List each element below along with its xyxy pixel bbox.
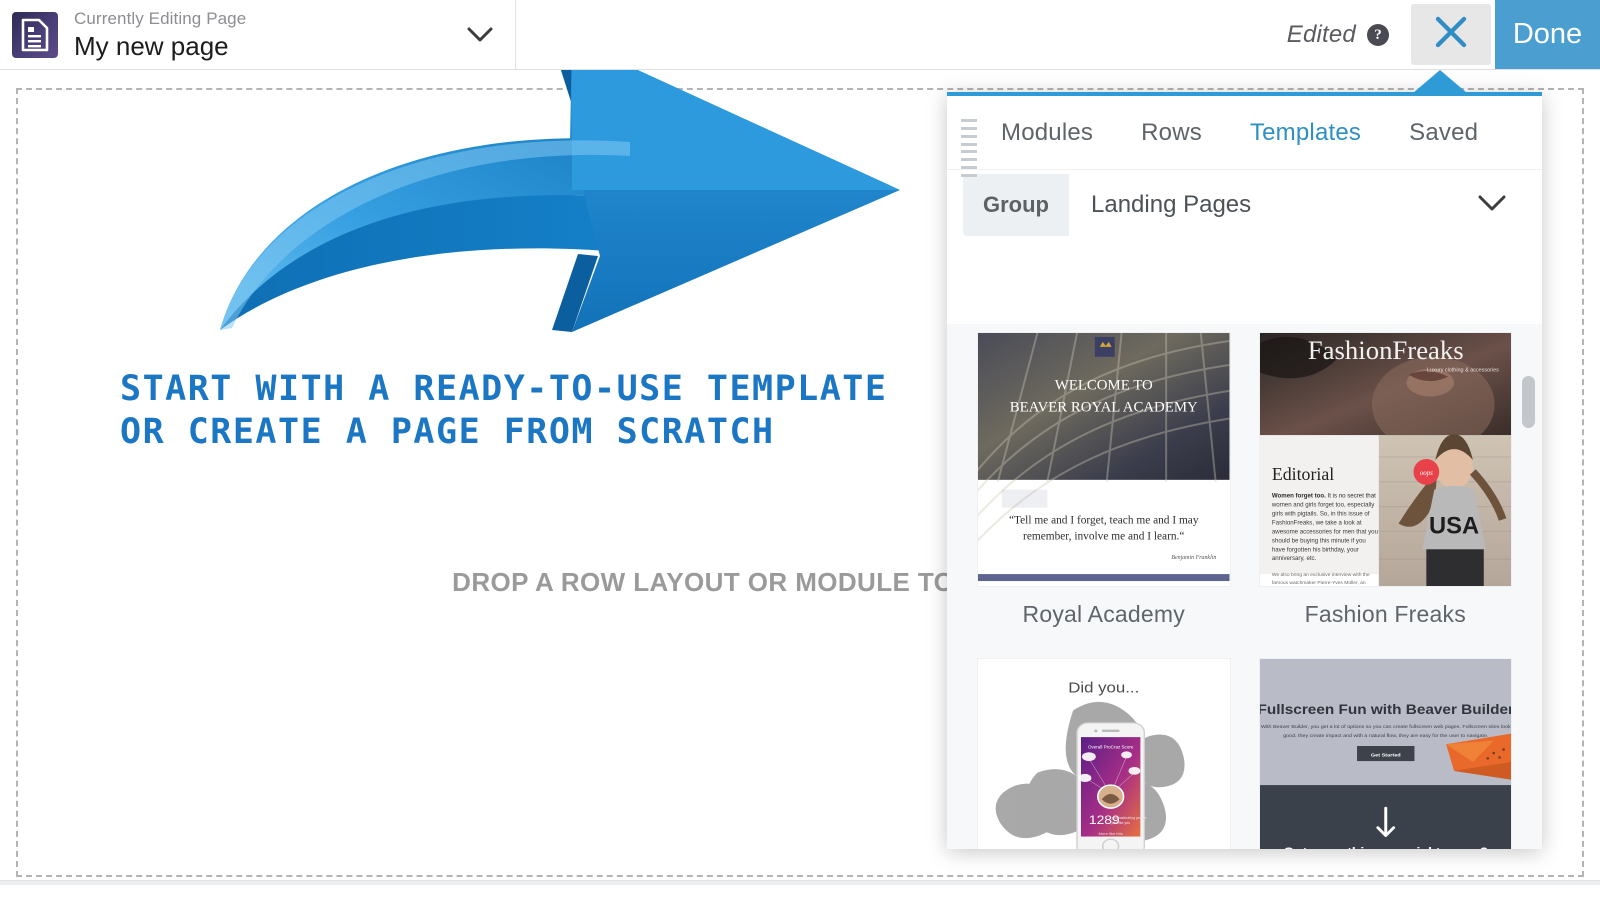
template-thumbnail: Did you... Overall ProCraz Score 1289 pr… [977,658,1231,849]
svg-text:Got something special to say ?: Got something special to say ? [1283,845,1488,849]
template-card-did-you[interactable]: Did you... Overall ProCraz Score 1289 pr… [977,658,1231,849]
template-name: Fashion Freaks [1304,601,1466,627]
svg-text:USA: USA [1429,512,1479,539]
topbar-actions: Edited ? Done [1287,0,1600,69]
page-document-icon [12,11,58,58]
chevron-down-icon [1478,191,1506,219]
svg-text:FashionFreaks: FashionFreaks [1307,335,1463,365]
svg-text:Get Started: Get Started [1370,753,1400,759]
svg-text:famous watchmaker Pierre-Yves: famous watchmaker Pierre-Yves Müller, an [1271,580,1365,586]
builder-topbar: Currently Editing Page My new page Edite… [0,0,1600,70]
svg-text:Benjamin Franklin: Benjamin Franklin [1171,555,1216,561]
editing-subtitle: Currently Editing Page [74,9,247,28]
templates-grid: WELCOME TO BEAVER ROYAL ACADEMY “Tell me… [947,324,1542,849]
builder-panel[interactable]: Modules Rows Templates Saved Group Landi… [947,92,1542,849]
group-label: Group [963,174,1069,236]
edited-status: Edited ? [1287,21,1389,49]
svg-text:girls with pigtails. So, in th: girls with pigtails. So, in this issue o… [1271,511,1369,518]
svg-text:anniversary, etc.: anniversary, etc. [1271,555,1316,562]
page-info-text: Currently Editing Page My new page [74,8,457,61]
scrollbar-thumb[interactable] [1522,376,1535,428]
svg-text:oops: oops [1419,470,1432,477]
template-card-fashion-freaks[interactable]: FashionFreaks Luxury clothing & accessor… [1258,332,1512,648]
svg-text:just like you: just like you [1111,821,1131,825]
help-icon[interactable]: ? [1367,23,1389,46]
svg-text:FashionFreaks, we take a look: FashionFreaks, we take a look at [1271,519,1361,526]
chevron-down-icon[interactable] [457,12,503,58]
tab-modules[interactable]: Modules [1001,119,1093,147]
vertical-scrollbar[interactable] [1522,346,1535,826]
svg-text:procrastinating people: procrastinating people [1112,816,1147,820]
svg-text:We also bring an exclusive int: We also bring an exclusive interview wit… [1271,572,1369,578]
group-filter-row: Group Landing Pages [963,174,1526,236]
template-card-royal-academy[interactable]: WELCOME TO BEAVER ROYAL ACADEMY “Tell me… [977,332,1231,648]
template-thumbnail: WELCOME TO BEAVER ROYAL ACADEMY “Tell me… [977,332,1231,587]
done-button[interactable]: Done [1495,0,1600,69]
panel-pointer-triangle [1413,70,1467,93]
template-thumbnail: Fullscreen Fun with Beaver Builder With … [1258,658,1512,849]
tab-templates[interactable]: Templates [1250,119,1361,147]
svg-text:With Beaver Builder, you get a: With Beaver Builder, you get a lot of op… [1260,724,1510,730]
page-title: My new page [74,31,229,61]
svg-text:Women forget too. It is no sec: Women forget too. It is no secret that [1271,493,1375,500]
close-button[interactable] [1411,4,1491,65]
canvas-headline: START WITH A READY-TO-USE TEMPLATE OR CR… [120,369,888,452]
svg-text:BEAVER ROYAL ACADEMY: BEAVER ROYAL ACADEMY [1010,399,1198,415]
svg-text:Editorial: Editorial [1271,464,1333,484]
svg-text:remember, involve me and I lea: remember, involve me and I learn.“ [1023,530,1184,542]
svg-text:awesome accessories for men th: awesome accessories for men that you [1271,528,1377,535]
svg-text:good, they create impact and w: good, they create impact and with a natu… [1283,733,1488,739]
svg-text:have forgotten his birthday, y: have forgotten his birthday, your [1271,546,1358,553]
curved-right-arrow-icon [200,30,920,340]
svg-text:Did you...: Did you... [1068,680,1139,696]
builder-screen: START WITH A READY-TO-USE TEMPLATE OR CR… [0,0,1600,900]
edited-label: Edited [1286,20,1356,48]
svg-text:women and girls forget too, es: women and girls forget too, especially [1270,502,1374,509]
svg-text:Overall ProCraz Score: Overall ProCraz Score [1088,745,1134,750]
close-x-icon [1434,15,1468,54]
template-name: Royal Academy [1022,601,1185,627]
svg-text:WELCOME TO: WELCOME TO [1055,378,1153,394]
svg-text:More like this: More like this [1098,831,1122,836]
tab-rows[interactable]: Rows [1141,119,1202,147]
template-card-fullscreen-fun[interactable]: Fullscreen Fun with Beaver Builder With … [1258,658,1512,849]
page-info-bar[interactable]: Currently Editing Page My new page [0,0,516,69]
svg-text:Fullscreen Fun with Beaver Bui: Fullscreen Fun with Beaver Builder [1260,703,1512,718]
drag-grip-icon[interactable] [961,119,977,177]
tab-saved[interactable]: Saved [1409,119,1478,147]
svg-text:Luxury clothing & accessories: Luxury clothing & accessories [1427,368,1499,374]
templates-scroll-area[interactable]: WELCOME TO BEAVER ROYAL ACADEMY “Tell me… [947,324,1542,849]
svg-text:should be buying this minute i: should be buying this minute if you [1271,537,1365,544]
group-select-value: Landing Pages [1091,191,1252,218]
svg-text:“Tell me and I forget, teach m: “Tell me and I forget, teach me and I ma… [1009,514,1199,526]
group-select[interactable]: Landing Pages [1069,174,1526,236]
template-thumbnail: FashionFreaks Luxury clothing & accessor… [1258,332,1512,587]
page-footer-strip [0,880,1600,885]
panel-tabs: Modules Rows Templates Saved [947,96,1542,170]
